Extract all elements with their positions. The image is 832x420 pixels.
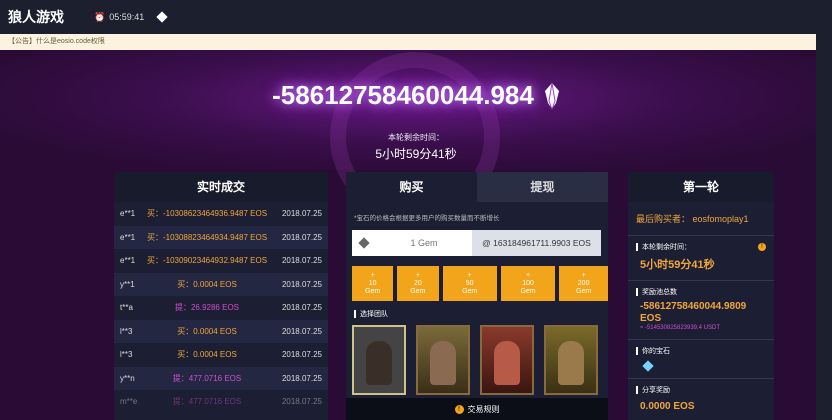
announcement-bar[interactable]: 【公告】什么是eosio.code权限	[0, 34, 832, 50]
trade-row: e**1 买：-10308823464934.9487 EOS 2018.07.25	[114, 225, 328, 249]
remaining-time-value: 5小时59分41秒	[375, 147, 457, 161]
gem-input-icon	[352, 230, 376, 256]
quantity-buttons: +10 Gem +20 Gem +50 Gem +100 Gem +200 Gem	[352, 266, 608, 301]
trade-user: e**1	[120, 256, 136, 266]
round-remaining: 本轮剩余时间： ! 5小时59分41秒	[628, 236, 774, 272]
buy-note: *宝石的价格会根据更多用户的购买数量而不断增长	[354, 215, 500, 222]
trade-user: l**3	[120, 326, 133, 336]
trade-date: 2018.07.25	[281, 373, 322, 383]
trade-row: e**1 买：-10308623464936.9487 EOS 2018.07.25	[114, 202, 328, 226]
gem-price: @ 163184961711.9903 EOS	[472, 230, 601, 256]
team-section-label: 选择团队	[346, 301, 608, 319]
info-icon[interactable]: !	[758, 243, 766, 251]
last-buyer: 最后购买者： eosfomoplay1	[636, 214, 749, 224]
trade-date: 2018.07.25	[281, 232, 322, 242]
buy-tabs: 购买 提现	[346, 172, 608, 202]
trade-action: 提：26.9286 EOS	[174, 303, 240, 313]
clock-time: 05:59:41	[109, 12, 145, 22]
trade-user: t**a	[120, 303, 133, 313]
trade-date: 2018.07.25	[281, 303, 322, 313]
prize-pool-label: 奖励池总数	[642, 289, 677, 296]
team-cards	[352, 325, 608, 395]
gem-icon	[642, 360, 654, 372]
eos-icon	[544, 82, 559, 109]
add-100-gem-button[interactable]: +100 Gem	[500, 266, 556, 301]
quantity-row: @ 163184961711.9903 EOS	[352, 230, 601, 256]
buy-panel: 购买 提现 *宝石的价格会根据更多用户的购买数量而不断增长 @ 16318496…	[346, 172, 608, 420]
trade-row: l**3 买：0.0004 EOS 2018.07.25	[114, 343, 328, 367]
gem-quantity-input[interactable]	[376, 230, 472, 256]
live-trades-panel: 实时成交 e**1 买：-10308623464936.9487 EOS 2018.…	[114, 172, 328, 420]
scrollbar-track[interactable]	[816, 34, 832, 420]
trade-row: y**1 买：0.0004 EOS 2018.07.25	[114, 272, 328, 296]
remaining-time-label: 本轮剩余时间：	[388, 133, 444, 142]
trade-row: y**n 提：477.0716 EOS 2018.07.25	[114, 366, 328, 390]
top-bar: 狼人游戏 ⏰ 05:59:41	[0, 0, 832, 34]
trade-user: y**n	[120, 373, 135, 383]
hero-section: -58612758460044.984 本轮剩余时间： 5小时59分41秒	[0, 50, 832, 222]
trade-action: 买：-10308623464936.9487 EOS	[146, 209, 268, 219]
jackpot-amount: -58612758460044.984	[272, 80, 534, 110]
trade-action: 买：0.0004 EOS	[177, 326, 237, 336]
trade-user: e**1	[120, 209, 136, 219]
trade-user: m**e	[120, 397, 138, 407]
trade-row: t**a 提：26.9286 EOS 2018.07.25	[114, 296, 328, 320]
trade-date: 2018.07.25	[281, 326, 322, 336]
trade-date: 2018.07.25	[281, 279, 322, 289]
trade-date: 2018.07.25	[281, 256, 322, 266]
prize-pool-usdt: ≈ -514530825823939.4 USDT	[640, 325, 721, 331]
your-gems: 你的宝石	[628, 340, 774, 372]
trade-action: 提：477.0716 EOS	[172, 397, 242, 407]
trade-action: 买：-10308823464934.9487 EOS	[146, 232, 268, 242]
trade-row: m**e 提：477.0716 EOS 2018.07.25	[114, 390, 328, 414]
team-card-werewolf[interactable]	[352, 325, 406, 395]
round-remaining-value: 5小时59分41秒	[640, 259, 715, 271]
trade-date: 2018.07.25	[281, 397, 322, 407]
trade-rules-link[interactable]: 交易规则	[468, 404, 500, 415]
trade-action: 买：-10309023464932.9487 EOS	[146, 256, 268, 266]
round-panel: 第一轮 最后购买者： eosfomoplay1 本轮剩余时间： ! 5小时59分…	[628, 172, 774, 420]
trade-date: 2018.07.25	[281, 350, 322, 360]
add-10-gem-button[interactable]: +10 Gem	[352, 266, 394, 301]
trade-row: l**3 买：0.0004 EOS 2018.07.25	[114, 319, 328, 343]
prize-pool: 奖励池总数 -58612758460044.9809 EOS ≈ -514530…	[628, 281, 774, 331]
gem-icon[interactable]	[156, 11, 168, 23]
trade-user: e**1	[120, 232, 136, 242]
trade-action: 买：0.0004 EOS	[177, 350, 237, 360]
alarm-clock-icon: ⏰	[94, 11, 106, 22]
jackpot-display: -58612758460044.984	[0, 80, 832, 111]
prize-pool-eos: -58612758460044.9809 EOS	[640, 301, 747, 324]
tab-buy[interactable]: 购买	[346, 172, 477, 202]
add-200-gem-button[interactable]: +200 Gem	[559, 266, 608, 301]
round-remaining-label: 本轮剩余时间：	[642, 244, 691, 251]
add-20-gem-button[interactable]: +20 Gem	[397, 266, 439, 301]
tab-withdraw[interactable]: 提现	[477, 172, 608, 202]
your-gems-label: 你的宝石	[642, 348, 670, 355]
team-card-hunter[interactable]	[416, 325, 470, 395]
trade-rules-bar[interactable]: ! 交易规则	[346, 398, 608, 420]
trade-list: e**1 买：-10308623464936.9487 EOS 2018.07.25…	[114, 202, 328, 414]
share-reward-value: 0.0000 EOS	[640, 401, 695, 412]
info-icon: !	[454, 404, 464, 414]
share-reward: 分享奖励 0.0000 EOS	[628, 379, 774, 412]
trade-date: 2018.07.25	[281, 209, 322, 219]
team-card-villager[interactable]	[544, 325, 598, 395]
announcement-text[interactable]: 【公告】什么是eosio.code权限	[8, 38, 105, 45]
share-reward-label: 分享奖励	[642, 387, 670, 394]
trade-action: 买：0.0004 EOS	[177, 279, 237, 289]
app-title[interactable]: 狼人游戏	[8, 7, 64, 27]
trade-user: y**1	[120, 279, 135, 289]
live-trades-title: 实时成交	[114, 172, 328, 202]
trade-action: 提：477.0716 EOS	[172, 373, 242, 383]
trade-row: e**1 买：-10309023464932.9487 EOS 2018.07.25	[114, 249, 328, 273]
round-title: 第一轮	[628, 172, 774, 202]
add-50-gem-button[interactable]: +50 Gem	[442, 266, 497, 301]
team-card-witch[interactable]	[480, 325, 534, 395]
clock: ⏰ 05:59:41	[94, 11, 168, 23]
trade-user: l**3	[120, 350, 133, 360]
